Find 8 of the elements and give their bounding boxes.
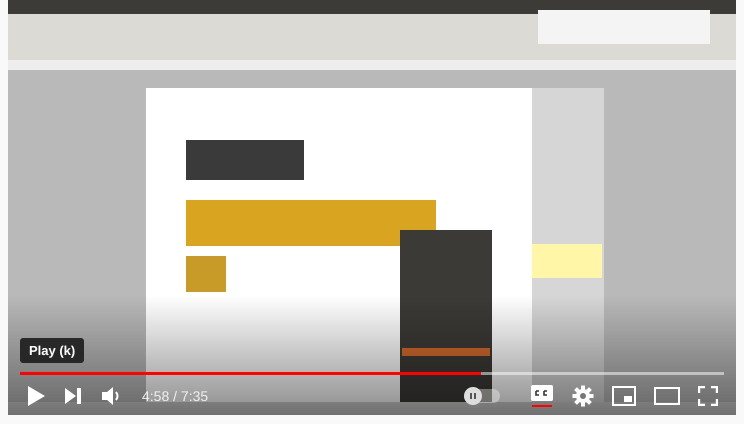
- play-icon: [26, 385, 46, 407]
- autoplay-toggle[interactable]: [464, 389, 500, 403]
- next-icon: [64, 387, 82, 405]
- tooltip: Play (k): [20, 338, 84, 363]
- time-display: 4:58 / 7:35: [142, 388, 208, 404]
- video-player[interactable]: Play (k) 4:58 / 7:35: [8, 0, 736, 415]
- pause-icon: [469, 392, 477, 400]
- progress-bar[interactable]: [20, 372, 724, 375]
